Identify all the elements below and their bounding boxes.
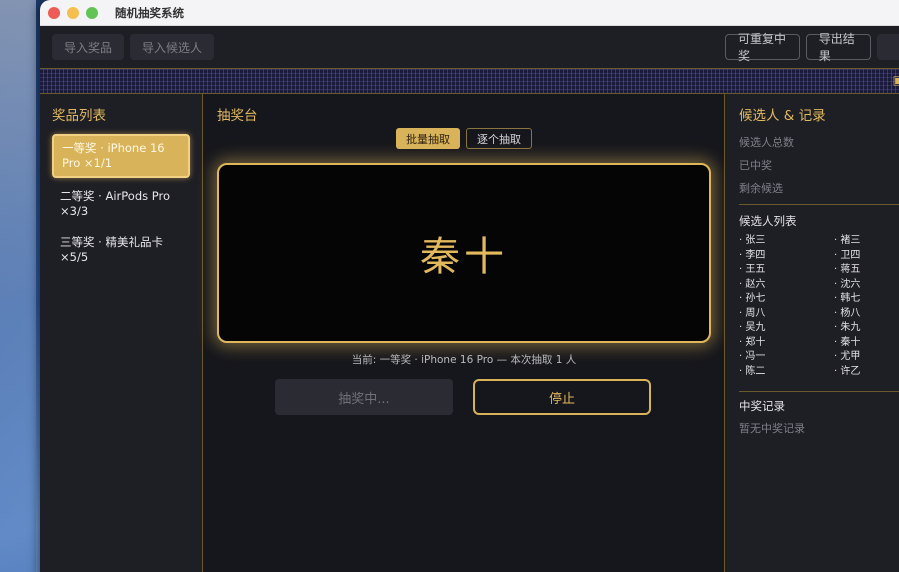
current-draw-info: 当前: 一等奖 · iPhone 16 Pro — 本次抽取 1 人 xyxy=(351,354,577,366)
candidate-item: · 王五 xyxy=(739,264,766,275)
draw-panel: 抽奖台 批量抽取 逐个抽取 秦十 当前: 一等奖 · iPhone 16 Pro… xyxy=(203,94,725,572)
remaining-count-label: 剩余候选 xyxy=(739,182,783,195)
candidate-item: · 陈二 xyxy=(739,365,766,377)
draw-actions: 抽奖中... 停止 xyxy=(275,379,651,415)
candidate-list-title: 候选人列表 xyxy=(739,214,797,228)
mode-batch-button[interactable]: 批量抽取 xyxy=(396,128,460,149)
win-records-empty: 暂无中奖记录 xyxy=(739,422,805,435)
zoom-window-button[interactable] xyxy=(86,6,98,19)
candidate-panel: 候选人 & 记录 候选人总数 已中奖 剩余候选 候选人列表 · 张三 · 褚三 … xyxy=(725,94,899,572)
win-records-title: 中奖记录 xyxy=(739,399,785,413)
candidate-item: · 郑十 xyxy=(739,336,766,348)
candidate-item: · 赵六 xyxy=(739,278,766,290)
more-toolbar-button[interactable] xyxy=(876,34,899,60)
candidate-item: · 周八 xyxy=(739,307,766,319)
import-prizes-button[interactable]: 导入奖品 xyxy=(52,34,125,60)
candidate-item: · 秦十 xyxy=(834,336,861,348)
candidate-item: · 尤甲 xyxy=(834,351,861,362)
background-window xyxy=(0,0,36,572)
prize-item-third[interactable]: 三等奖 · 精美礼品卡 ×5/5 xyxy=(52,230,190,270)
candidate-item: · 沈六 xyxy=(834,278,861,290)
candidate-item: · 张三 xyxy=(739,235,766,246)
divider xyxy=(739,391,899,392)
win-records: 中奖记录 暂无中奖记录 xyxy=(725,391,899,436)
window-title: 随机抽奖系统 xyxy=(115,5,184,20)
candidate-item: · 卫四 xyxy=(834,249,861,261)
draw-display: 秦十 xyxy=(217,163,711,343)
total-candidates-label: 候选人总数 xyxy=(739,136,794,149)
candidate-item: · 孙七 xyxy=(739,293,766,304)
candidate-item: · 冯一 xyxy=(739,351,766,362)
candidate-item: · 吴九 xyxy=(739,322,766,333)
candidate-item: · 褚三 xyxy=(834,235,861,246)
candidate-item: · 朱九 xyxy=(834,322,861,333)
candidate-item: · 许乙 xyxy=(834,365,861,377)
candidate-list: · 张三 · 褚三 · 李四 · 卫四 · 王五 · 蒋五 · 赵六 · 沈六 … xyxy=(739,235,891,378)
minimize-window-button[interactable] xyxy=(67,6,79,19)
start-draw-button[interactable]: 抽奖中... xyxy=(275,379,453,415)
toolbar: 导入奖品 导入候选人 可重复中奖 导出结果 xyxy=(40,26,899,68)
app-window: 随机抽奖系统 导入奖品 导入候选人 可重复中奖 导出结果 ▣ 奖品列表 一等奖 … xyxy=(40,0,899,572)
decorative-banner: ▣ xyxy=(40,68,899,94)
mode-single-button[interactable]: 逐个抽取 xyxy=(466,128,532,149)
candidate-item: · 韩七 xyxy=(834,293,861,304)
candidate-item: · 杨八 xyxy=(834,307,861,319)
allow-repeat-toggle[interactable]: 可重复中奖 xyxy=(725,32,800,63)
draw-panel-title: 抽奖台 xyxy=(217,108,258,124)
stop-button[interactable]: 停止 xyxy=(473,379,651,415)
draw-mode-switch: 批量抽取 逐个抽取 xyxy=(396,128,538,149)
prize-panel: 奖品列表 一等奖 · iPhone 16 Pro ×1/1 二等奖 · AirP… xyxy=(40,94,203,572)
divider xyxy=(739,204,899,205)
close-window-button[interactable] xyxy=(48,6,60,19)
prize-item-second[interactable]: 二等奖 · AirPods Pro ×3/3 xyxy=(52,184,190,224)
main-columns: 奖品列表 一等奖 · iPhone 16 Pro ×1/1 二等奖 · AirP… xyxy=(40,94,899,572)
prize-panel-title: 奖品列表 xyxy=(52,108,106,124)
won-count-label: 已中奖 xyxy=(739,159,772,172)
current-candidate-name: 秦十 xyxy=(420,234,508,280)
candidate-item: · 李四 xyxy=(739,249,766,261)
prize-item-first[interactable]: 一等奖 · iPhone 16 Pro ×1/1 xyxy=(52,134,190,178)
import-candidates-button[interactable]: 导入候选人 xyxy=(130,34,215,60)
lantern-icon: ▣ xyxy=(892,73,899,87)
title-bar: 随机抽奖系统 xyxy=(40,0,899,26)
export-results-button[interactable]: 导出结果 xyxy=(805,32,871,63)
candidate-panel-title: 候选人 & 记录 xyxy=(739,108,826,124)
candidate-item: · 蒋五 xyxy=(834,264,861,275)
